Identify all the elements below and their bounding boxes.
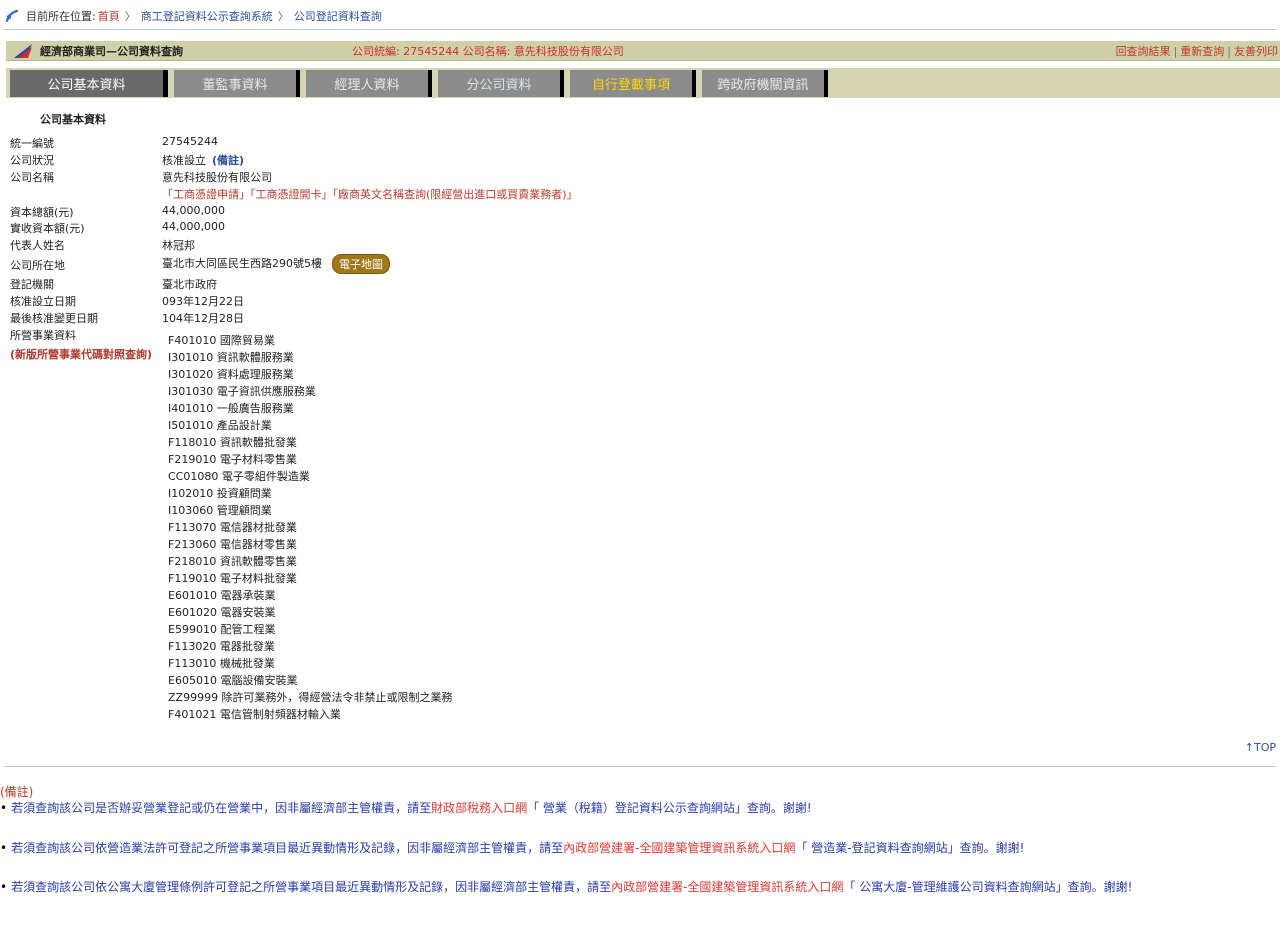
new-search-link[interactable]: 重新查詢 bbox=[1180, 45, 1224, 58]
header-links: 回查詢結果 | 重新查詢 | 友善列印 bbox=[1115, 44, 1278, 58]
note-3: • 若須查詢該公司依公寓大廈管理條例許可登記之所營事業項目最近異動情形及記錄，因非… bbox=[0, 879, 1270, 896]
business-item: F218010 資訊軟體零售業 bbox=[168, 555, 297, 568]
business-item: E599010 配管工程業 bbox=[168, 623, 276, 636]
tab-self-registered[interactable]: 自行登載事項 bbox=[570, 70, 696, 97]
business-item: I301030 電子資訊供應服務業 bbox=[168, 385, 316, 398]
field-label: 公司狀況 bbox=[10, 154, 54, 167]
building-management-link[interactable]: 「 公寓大廈-管理維護公司資料查詢網站」查詢。謝謝! bbox=[843, 880, 1132, 894]
breadcrumb: 目前所在位置: 首頁 〉 商工登記資料公示查詢系統 〉 公司登記資料查詢 bbox=[4, 7, 382, 25]
section-title: 公司基本資料 bbox=[40, 113, 106, 126]
field-label: 實收資本額(元) bbox=[10, 222, 85, 235]
construction-portal-link[interactable]: 內政部營建署-全國建築管理資訊系統入口網 bbox=[563, 841, 795, 855]
field-label: 最後核准變更日期 bbox=[10, 312, 98, 325]
back-to-top-link[interactable]: ↑TOP bbox=[1245, 741, 1276, 754]
field-label: 公司名稱 bbox=[10, 171, 54, 184]
notes-title: (備註) bbox=[0, 785, 34, 799]
bullet: • bbox=[0, 801, 8, 815]
back-to-results-link[interactable]: 回查詢結果 bbox=[1116, 45, 1171, 58]
breadcrumb-divider bbox=[4, 29, 1276, 30]
business-item: I501010 產品設計業 bbox=[168, 419, 272, 432]
tab-directors[interactable]: 董監事資料 bbox=[174, 70, 300, 97]
business-item: F113020 電器批發業 bbox=[168, 640, 275, 653]
address-group: 臺北市大同區民生西路290號5樓 電子地圖 bbox=[162, 254, 390, 274]
location-icon bbox=[5, 9, 19, 23]
field-label: 核准設立日期 bbox=[10, 295, 76, 308]
bullet: • bbox=[0, 841, 8, 855]
business-item: I301020 資料處理服務業 bbox=[168, 368, 294, 381]
field-label: 代表人姓名 bbox=[10, 239, 65, 252]
breadcrumb-prefix: 目前所在位置: bbox=[26, 10, 96, 23]
business-item: F401010 國際貿易業 bbox=[168, 334, 275, 347]
field-value: 核准設立 bbox=[162, 154, 206, 167]
bullet: • bbox=[0, 880, 8, 894]
business-item: I301010 資訊軟體服務業 bbox=[168, 351, 294, 364]
business-item: F113010 機械批發業 bbox=[168, 657, 275, 670]
field-label: 統一編號 bbox=[10, 137, 54, 150]
construction-registration-link[interactable]: 「 營造業-登記資料查詢網站」查詢。謝謝! bbox=[795, 841, 1024, 855]
field-value: 意先科技股份有限公司 bbox=[162, 171, 272, 184]
field-value: 44,000,000 bbox=[162, 220, 225, 233]
business-item: I102010 投資顧問業 bbox=[168, 487, 272, 500]
business-registration-link[interactable]: 「 營業（稅籍）登記資料公示查詢網站」查詢。謝謝! bbox=[527, 801, 812, 815]
business-code-lookup-link[interactable]: (新版所營事業代碼對照查詢) bbox=[10, 346, 152, 362]
moea-logo-icon bbox=[14, 43, 32, 58]
business-item: F119010 電子材料批發業 bbox=[168, 572, 297, 585]
business-items-list: F401010 國際貿易業 I301010 資訊軟體服務業 I301020 資料處理… bbox=[168, 332, 453, 723]
print-link[interactable]: 友善列印 bbox=[1234, 45, 1278, 58]
note-2: • 若須查詢該公司依營造業法許可登記之所營事業項目最近異動情形及記錄，因非屬經濟部… bbox=[0, 840, 1270, 857]
tab-managers[interactable]: 經理人資料 bbox=[306, 70, 432, 97]
field-value: 林冠邦 bbox=[162, 239, 195, 252]
tab-company-basic[interactable]: 公司基本資料 bbox=[10, 70, 168, 97]
field-label: 所營事業資料 bbox=[10, 329, 76, 342]
notes-divider bbox=[4, 766, 1276, 767]
map-button[interactable]: 電子地圖 bbox=[332, 254, 390, 274]
status-value-group: 核准設立 (備註) bbox=[162, 152, 244, 168]
business-item: CC01080 電子零組件製造業 bbox=[168, 470, 310, 483]
business-item: F213060 電信器材零售業 bbox=[168, 538, 297, 551]
note-text: 若須查詢該公司依營造業法許可登記之所營事業項目最近異動情形及記錄，因非屬經濟部主… bbox=[11, 841, 564, 855]
tab-branches[interactable]: 分公司資料 bbox=[438, 70, 564, 97]
header-bar: 經濟部商業司—公司資料查詢 公司統編: 27545244 公司名稱: 意先科技股… bbox=[6, 41, 1280, 61]
breadcrumb-home-link[interactable]: 首頁 bbox=[98, 8, 120, 24]
note-1: • 若須查詢該公司是否辦妥營業登記或仍在營業中，因非屬經濟部主管權責，請至財政部稅… bbox=[0, 800, 1270, 817]
breadcrumb-separator: 〉 bbox=[124, 10, 136, 23]
business-item: F401021 電信管制射頻器材輸入業 bbox=[168, 708, 341, 721]
business-item: E605010 電腦設備安裝業 bbox=[168, 674, 298, 687]
note-text: 若須查詢該公司是否辦妥營業登記或仍在營業中，因非屬經濟部主管權責，請至 bbox=[11, 801, 432, 815]
status-note-link[interactable]: (備註) bbox=[212, 154, 244, 167]
field-value: 27545244 bbox=[162, 135, 218, 148]
business-item: I103060 管理顧問業 bbox=[168, 504, 272, 517]
field-label: 登記機關 bbox=[10, 278, 54, 291]
site-title: 經濟部商業司—公司資料查詢 bbox=[40, 44, 183, 58]
breadcrumb-separator: 〉 bbox=[277, 10, 289, 23]
company-summary: 公司統編: 27545244 公司名稱: 意先科技股份有限公司 bbox=[352, 44, 624, 58]
construction-portal-link-2[interactable]: 內政部營建署-全國建築管理資訊系統入口網 bbox=[611, 880, 843, 894]
certificate-links[interactable]: 「工商憑證申請」「工商憑證開卡」「廠商英文名稱查詢(限經營出進口或買賣業務者)」 bbox=[162, 186, 578, 202]
field-label: 資本總額(元) bbox=[10, 206, 74, 219]
breadcrumb-current-link[interactable]: 公司登記資料查詢 bbox=[294, 8, 382, 24]
field-value: 44,000,000 bbox=[162, 204, 225, 217]
business-item: I401010 一般廣告服務業 bbox=[168, 402, 294, 415]
business-item: F113070 電信器材批發業 bbox=[168, 521, 297, 534]
breadcrumb-system-link[interactable]: 商工登記資料公示查詢系統 bbox=[141, 8, 273, 24]
business-item: E601010 電器承裝業 bbox=[168, 589, 276, 602]
business-item: F219010 電子材料零售業 bbox=[168, 453, 297, 466]
tab-bar: 公司基本資料 董監事資料 經理人資料 分公司資料 自行登載事項 跨政府機關資訊 bbox=[6, 68, 1280, 98]
field-value: 093年12月22日 bbox=[162, 295, 244, 308]
business-item: E601020 電器安裝業 bbox=[168, 606, 276, 619]
business-item: ZZ99999 除許可業務外，得經營法令非禁止或限制之業務 bbox=[168, 691, 453, 704]
tax-portal-link[interactable]: 財政部稅務入口網 bbox=[431, 801, 527, 815]
tab-cross-gov-info[interactable]: 跨政府機關資訊 bbox=[702, 70, 828, 97]
field-value: 104年12月28日 bbox=[162, 312, 244, 325]
note-text: 若須查詢該公司依公寓大廈管理條例許可登記之所營事業項目最近異動情形及記錄，因非屬… bbox=[11, 880, 612, 894]
field-value: 臺北市政府 bbox=[162, 278, 217, 291]
field-value: 臺北市大同區民生西路290號5樓 bbox=[162, 257, 322, 270]
field-label: 公司所在地 bbox=[10, 259, 65, 272]
business-item: F118010 資訊軟體批發業 bbox=[168, 436, 297, 449]
